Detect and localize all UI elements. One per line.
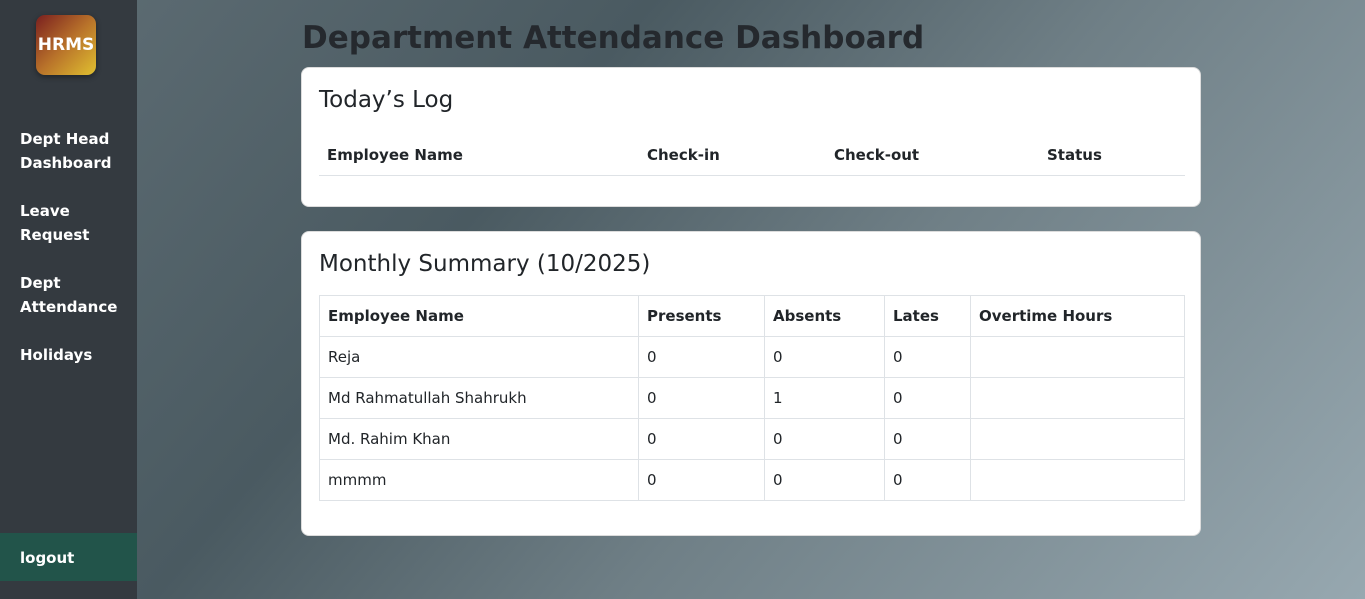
sidebar-item-dept-attendance[interactable]: Dept Attendance	[20, 271, 130, 319]
presents-cell: 0	[638, 336, 765, 378]
monthly-summary-title: Monthly Summary (10/2025)	[319, 251, 651, 277]
todays-log-table: Employee Name Check-in Check-out Status	[319, 136, 1185, 176]
absents-cell: 0	[764, 459, 885, 501]
column-header: Overtime Hours	[970, 295, 1185, 337]
overtime-cell	[970, 459, 1185, 501]
sidebar-item-leave-request[interactable]: Leave Request	[20, 199, 130, 247]
overtime-cell	[970, 377, 1185, 419]
lates-cell: 0	[884, 459, 971, 501]
employee-name-cell: Reja	[319, 336, 639, 378]
table-row: Md Rahmatullah Shahrukh 0 1 0	[319, 377, 1185, 419]
app-logo[interactable]: HRMS	[36, 15, 96, 75]
presents-cell: 0	[638, 418, 765, 460]
lates-cell: 0	[884, 418, 971, 460]
employee-name-cell: Md. Rahim Khan	[319, 418, 639, 460]
column-header: Employee Name	[319, 136, 639, 176]
presents-cell: 0	[638, 459, 765, 501]
lates-cell: 0	[884, 336, 971, 378]
employee-name-cell: mmmm	[319, 459, 639, 501]
presents-cell: 0	[638, 377, 765, 419]
todays-log-card: Today’s Log Employee Name Check-in Check…	[301, 67, 1201, 207]
monthly-summary-card: Monthly Summary (10/2025) Employee Name …	[301, 231, 1201, 536]
lates-cell: 0	[884, 377, 971, 419]
overtime-cell	[970, 336, 1185, 378]
todays-log-title: Today’s Log	[319, 87, 454, 113]
logout-button[interactable]: logout	[0, 533, 137, 581]
column-header: Employee Name	[319, 295, 639, 337]
absents-cell: 0	[764, 418, 885, 460]
sidebar-item-dept-head-dashboard[interactable]: Dept Head Dashboard	[20, 127, 130, 175]
table-header-row: Employee Name Presents Absents Lates Ove…	[319, 295, 1185, 337]
column-header: Presents	[638, 295, 765, 337]
column-header: Absents	[764, 295, 885, 337]
sidebar: HRMS Dept Head Dashboard Leave Request D…	[0, 0, 137, 599]
sidebar-nav: Dept Head Dashboard Leave Request Dept A…	[20, 127, 130, 391]
monthly-summary-table: Employee Name Presents Absents Lates Ove…	[319, 295, 1185, 501]
column-header: Lates	[884, 295, 971, 337]
column-header: Check-in	[639, 136, 826, 176]
sidebar-item-holidays[interactable]: Holidays	[20, 343, 130, 367]
overtime-cell	[970, 418, 1185, 460]
absents-cell: 1	[764, 377, 885, 419]
table-row: Reja 0 0 0	[319, 336, 1185, 378]
table-row: mmmm 0 0 0	[319, 459, 1185, 501]
table-row: Md. Rahim Khan 0 0 0	[319, 418, 1185, 460]
page-title: Department Attendance Dashboard	[302, 20, 925, 56]
column-header: Status	[1039, 136, 1185, 176]
absents-cell: 0	[764, 336, 885, 378]
employee-name-cell: Md Rahmatullah Shahrukh	[319, 377, 639, 419]
table-header-row: Employee Name Check-in Check-out Status	[319, 136, 1185, 176]
column-header: Check-out	[826, 136, 1039, 176]
